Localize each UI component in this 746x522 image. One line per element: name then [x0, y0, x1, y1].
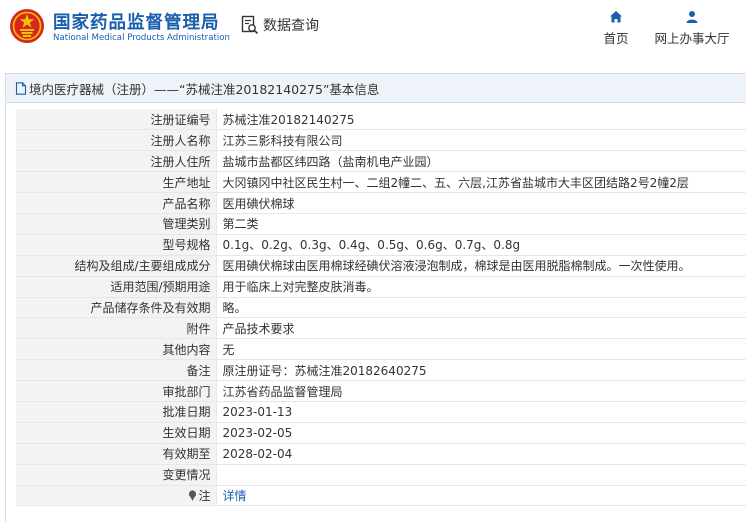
nav-home-link[interactable]: 首页	[600, 10, 632, 47]
field-label: 批准日期	[16, 401, 216, 423]
field-value: 第二类	[215, 213, 746, 235]
field-label: 产品储存条件及有效期	[16, 297, 216, 319]
document-icon	[15, 81, 27, 95]
field-label: 生效日期	[16, 422, 216, 444]
note-value-cell: 详情	[215, 485, 746, 507]
field-label: 适用范围/预期用途	[16, 276, 216, 298]
table-row: 注册人住所 盐城市盐都区纬四路（盐南机电产业园）	[16, 150, 746, 173]
field-label: 生产地址	[16, 171, 216, 194]
field-value: 无	[215, 338, 746, 361]
nav-home-label: 首页	[603, 31, 629, 46]
field-label: 备注	[16, 359, 216, 382]
table-row: 产品储存条件及有效期 略。	[16, 297, 746, 319]
table-row: 管理类别 第二类	[16, 213, 746, 235]
table-row: 变更情况	[16, 464, 746, 486]
table-row: 附件 产品技术要求	[16, 317, 746, 340]
panel-title: 境内医疗器械（注册）——“苏械注准20182140275”基本信息	[29, 81, 380, 97]
table-row: 结构及组成/主要组成成分 医用碘伏棉球由医用棉球经碘伏溶液浸泡制成，棉球是由医用脱…	[16, 255, 746, 277]
site-name-en: National Medical Products Administration	[53, 33, 230, 43]
field-label: 附件	[16, 317, 216, 340]
field-value: 2023-02-05	[215, 422, 746, 444]
note-label: 注	[198, 488, 211, 503]
document-search-icon	[241, 15, 259, 35]
field-label: 结构及组成/主要组成成分	[16, 255, 216, 277]
field-label: 有效期至	[16, 443, 216, 465]
table-row: 审批部门 江苏省药品监督管理局	[16, 380, 746, 402]
info-panel: 境内医疗器械（注册）——“苏械注准20182140275”基本信息 注册证编号苏…	[5, 73, 746, 522]
field-value: 苏械注准20182140275	[215, 109, 746, 131]
section-title-text: 数据查询	[263, 18, 319, 34]
field-label: 审批部门	[16, 380, 216, 402]
field-value: 医用碘伏棉球	[215, 192, 746, 214]
pin-icon	[189, 490, 197, 501]
field-value: 江苏三影科技有限公司	[215, 129, 746, 152]
nav-online-hall-link[interactable]: 网上办事大厅	[652, 10, 732, 47]
table-row-note: 注详情	[16, 485, 746, 507]
field-value: 大冈镇冈中社区民生村一、二组2幢二、五、六层,江苏省盐城市大丰区团结路2号2幢2…	[215, 171, 746, 194]
field-label: 注册人名称	[16, 129, 216, 152]
data-query-title: 数据查询	[240, 15, 319, 35]
field-value	[215, 464, 746, 486]
field-value: 产品技术要求	[215, 317, 746, 340]
field-value: 原注册证号：苏械注准20182640275	[215, 359, 746, 382]
details-link[interactable]: 详情	[223, 489, 247, 503]
table-row: 适用范围/预期用途 用于临床上对完整皮肤消毒。	[16, 276, 746, 298]
field-value: 盐城市盐都区纬四路（盐南机电产业园）	[215, 150, 746, 173]
nav-online-hall-label: 网上办事大厅	[654, 31, 730, 46]
field-value: 0.1g、0.2g、0.3g、0.4g、0.5g、0.6g、0.7g、0.8g	[215, 234, 746, 256]
field-label: 型号规格	[16, 234, 216, 256]
field-value: 略。	[215, 297, 746, 319]
table-row: 生效日期 2023-02-05	[16, 422, 746, 444]
field-label: 产品名称	[16, 192, 216, 214]
table-row: 型号规格 0.1g、0.2g、0.3g、0.4g、0.5g、0.6g、0.7g、0…	[16, 234, 746, 256]
table-row: 备注 原注册证号：苏械注准20182640275	[16, 359, 746, 382]
table-row: 注册人名称 江苏三影科技有限公司	[16, 129, 746, 152]
field-label: 注册证编号	[16, 109, 216, 131]
table-row: 注册证编号 苏械注准20182140275	[16, 109, 746, 131]
field-label: 注册人住所	[16, 150, 216, 173]
user-icon	[686, 11, 698, 23]
field-value: 2023-01-13	[215, 401, 746, 423]
site-name-cn: 国家药品监督管理局	[53, 13, 220, 33]
panel-header: 境内医疗器械（注册）——“苏械注准20182140275”基本信息	[6, 74, 746, 103]
field-label: 变更情况	[16, 464, 216, 486]
table-row: 有效期至 2028-02-04	[16, 443, 746, 465]
table-row: 产品名称 医用碘伏棉球	[16, 192, 746, 214]
field-label: 管理类别	[16, 213, 216, 235]
home-icon	[610, 11, 622, 23]
info-table: 注册证编号 苏械注准20182140275 注册人名称 江苏三影科技有限公司 注册人住所…	[16, 109, 746, 507]
table-row: 批准日期 2023-01-13	[16, 401, 746, 423]
site-header: 国家药品监督管理局 National Medical Products Admi…	[0, 0, 746, 54]
table-row: 其他内容无	[16, 338, 746, 361]
national-emblem-icon	[10, 9, 44, 43]
field-label: 其他内容	[16, 338, 216, 361]
field-value: 2028-02-04	[215, 443, 746, 465]
table-row: 生产地址 大冈镇冈中社区民生村一、二组2幢二、五、六层,江苏省盐城市大丰区团结路2…	[16, 171, 746, 194]
field-value: 用于临床上对完整皮肤消毒。	[215, 276, 746, 298]
field-value: 医用碘伏棉球由医用棉球经碘伏溶液浸泡制成，棉球是由医用脱脂棉制成。一次性使用。	[215, 255, 746, 277]
field-value: 江苏省药品监督管理局	[215, 380, 746, 402]
note-label-cell: 注	[16, 485, 216, 507]
